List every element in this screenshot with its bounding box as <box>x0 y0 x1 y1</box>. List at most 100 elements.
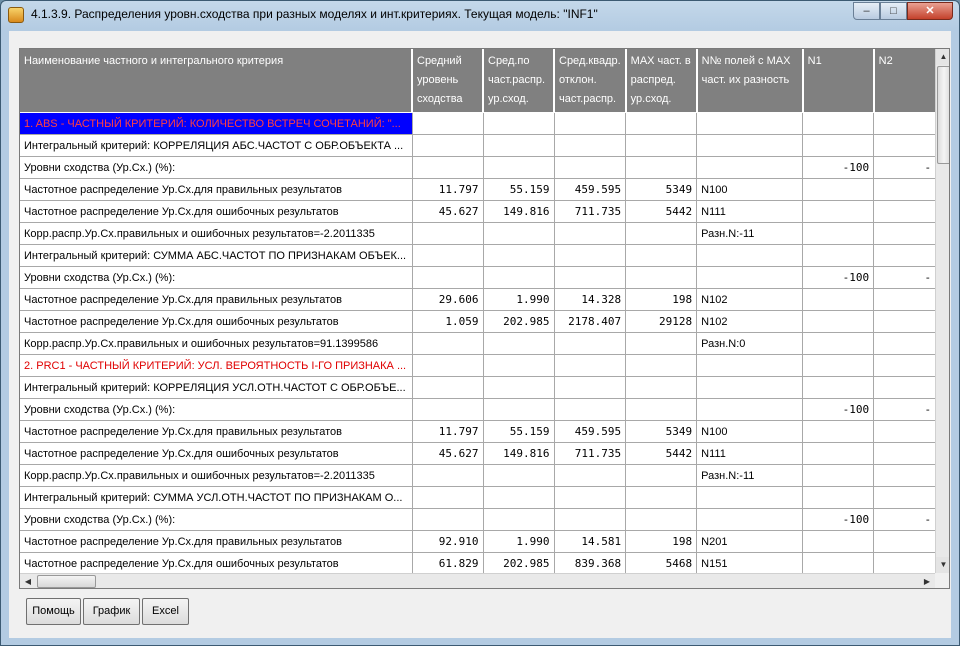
cell-n1[interactable] <box>802 288 875 311</box>
cell-std-deviation[interactable] <box>554 134 627 157</box>
cell-max-frequency[interactable] <box>625 134 698 157</box>
cell-field-numbers[interactable] <box>696 508 804 531</box>
maximize-button[interactable]: □ <box>880 2 907 20</box>
cell-field-numbers[interactable] <box>696 244 804 267</box>
table-row[interactable]: Корр.распр.Ур.Сх.правильных и ошибочных … <box>20 464 937 487</box>
cell-avg-similarity[interactable] <box>412 266 484 289</box>
cell-n1[interactable] <box>802 486 875 509</box>
cell-max-frequency[interactable]: 5442 <box>625 442 698 465</box>
cell-field-numbers[interactable] <box>696 266 804 289</box>
cell-avg-similarity[interactable] <box>412 398 484 421</box>
cell-avg-similarity[interactable] <box>412 376 484 399</box>
cell-max-frequency[interactable] <box>625 354 698 377</box>
table-row[interactable]: Интегральный критерий: КОРРЕЛЯЦИЯ АБС.ЧА… <box>20 134 937 157</box>
cell-n1[interactable] <box>802 420 875 443</box>
cell-field-numbers[interactable]: Разн.N:0 <box>696 332 804 355</box>
cell-n2[interactable] <box>873 486 937 509</box>
cell-avg-distribution[interactable]: 55.159 <box>483 420 555 443</box>
cell-max-frequency[interactable] <box>625 156 698 179</box>
cell-n1[interactable]: -100 <box>802 156 875 179</box>
scroll-right-arrow-icon[interactable]: ▶ <box>919 574 935 588</box>
cell-avg-distribution[interactable]: 1.990 <box>483 530 555 553</box>
cell-field-numbers[interactable]: N201 <box>696 530 804 553</box>
cell-n2[interactable] <box>873 288 937 311</box>
cell-n1[interactable] <box>802 134 875 157</box>
cell-n1[interactable] <box>802 178 875 201</box>
table-row[interactable]: Интегральный критерий: СУММА АБС.ЧАСТОТ … <box>20 244 937 267</box>
cell-field-numbers[interactable]: N102 <box>696 310 804 333</box>
table-row[interactable]: Частотное распределение Ур.Сх.для ошибоч… <box>20 442 937 465</box>
title-bar[interactable]: 4.1.3.9. Распределения уровн.сходства пр… <box>1 1 959 29</box>
cell-avg-distribution[interactable]: 149.816 <box>483 442 555 465</box>
cell-criterion[interactable]: Уровни сходства (Ур.Сх.) (%): <box>20 266 413 289</box>
cell-std-deviation[interactable] <box>554 464 627 487</box>
cell-n2[interactable] <box>873 244 937 267</box>
cell-n1[interactable] <box>802 332 875 355</box>
cell-n2[interactable]: - <box>873 508 937 531</box>
vertical-scroll-thumb[interactable] <box>937 66 949 164</box>
excel-button[interactable]: Excel <box>142 598 189 625</box>
cell-max-frequency[interactable]: 5349 <box>625 420 698 443</box>
cell-avg-similarity[interactable]: 1.059 <box>412 310 484 333</box>
cell-max-frequency[interactable]: 5442 <box>625 200 698 223</box>
cell-std-deviation[interactable] <box>554 266 627 289</box>
cell-criterion[interactable]: Частотное распределение Ур.Сх.для правил… <box>20 178 413 201</box>
table-row[interactable]: Частотное распределение Ур.Сх.для правил… <box>20 178 937 201</box>
cell-field-numbers[interactable] <box>696 112 804 135</box>
cell-criterion[interactable]: Частотное распределение Ур.Сх.для ошибоч… <box>20 310 413 333</box>
cell-n2[interactable] <box>873 200 937 223</box>
cell-std-deviation[interactable]: 459.595 <box>554 420 627 443</box>
cell-avg-similarity[interactable] <box>412 486 484 509</box>
cell-n1[interactable] <box>802 552 875 575</box>
cell-criterion[interactable]: Уровни сходства (Ур.Сх.) (%): <box>20 508 413 531</box>
cell-avg-distribution[interactable] <box>483 464 555 487</box>
cell-std-deviation[interactable]: 711.735 <box>554 200 627 223</box>
cell-avg-similarity[interactable] <box>412 332 484 355</box>
cell-avg-similarity[interactable] <box>412 134 484 157</box>
cell-field-numbers[interactable] <box>696 134 804 157</box>
table-row[interactable]: Корр.распр.Ур.Сх.правильных и ошибочных … <box>20 332 937 355</box>
col-header-criterion[interactable]: Наименование частного и интегрального кр… <box>20 49 413 113</box>
cell-std-deviation[interactable]: 839.368 <box>554 552 627 575</box>
cell-avg-similarity[interactable]: 11.797 <box>412 420 484 443</box>
cell-n1[interactable] <box>802 442 875 465</box>
table-row[interactable]: Уровни сходства (Ур.Сх.) (%): -100- <box>20 508 937 531</box>
cell-std-deviation[interactable]: 711.735 <box>554 442 627 465</box>
table-row[interactable]: Частотное распределение Ур.Сх.для ошибоч… <box>20 200 937 223</box>
cell-field-numbers[interactable]: N100 <box>696 178 804 201</box>
cell-n2[interactable] <box>873 310 937 333</box>
cell-std-deviation[interactable] <box>554 244 627 267</box>
cell-criterion[interactable]: Интегральный критерий: СУММА АБС.ЧАСТОТ … <box>20 244 413 267</box>
col-header-n1[interactable]: N1 <box>802 49 875 113</box>
cell-n1[interactable] <box>802 200 875 223</box>
cell-avg-distribution[interactable] <box>483 354 555 377</box>
cell-avg-similarity[interactable] <box>412 508 484 531</box>
cell-n1[interactable]: -100 <box>802 508 875 531</box>
table-row[interactable]: Уровни сходства (Ур.Сх.) (%): -100- <box>20 266 937 289</box>
cell-max-frequency[interactable] <box>625 486 698 509</box>
table-row[interactable]: Частотное распределение Ур.Сх.для правил… <box>20 530 937 553</box>
table-row[interactable]: Интегральный критерий: СУММА УСЛ.ОТН.ЧАС… <box>20 486 937 509</box>
help-button[interactable]: Помощь <box>26 598 81 625</box>
cell-criterion[interactable]: 2. PRC1 - ЧАСТНЫЙ КРИТЕРИЙ: УСЛ. ВЕРОЯТН… <box>20 354 413 377</box>
scroll-up-arrow-icon[interactable]: ▲ <box>936 49 949 65</box>
cell-criterion[interactable]: Корр.распр.Ур.Сх.правильных и ошибочных … <box>20 222 413 245</box>
cell-avg-distribution[interactable] <box>483 508 555 531</box>
cell-n1[interactable] <box>802 222 875 245</box>
cell-field-numbers[interactable]: Разн.N:-11 <box>696 464 804 487</box>
table-row[interactable]: Частотное распределение Ур.Сх.для ошибоч… <box>20 310 937 333</box>
table-row[interactable]: 2. PRC1 - ЧАСТНЫЙ КРИТЕРИЙ: УСЛ. ВЕРОЯТН… <box>20 354 937 377</box>
cell-max-frequency[interactable] <box>625 398 698 421</box>
cell-field-numbers[interactable] <box>696 354 804 377</box>
cell-avg-similarity[interactable]: 45.627 <box>412 200 484 223</box>
cell-criterion[interactable]: 1. ABS - ЧАСТНЫЙ КРИТЕРИЙ: КОЛИЧЕСТВО ВС… <box>20 112 413 135</box>
table-row[interactable]: Уровни сходства (Ур.Сх.) (%): -100- <box>20 156 937 179</box>
cell-n2[interactable] <box>873 420 937 443</box>
col-header-avg-similarity[interactable]: Средний уровень сходства <box>412 49 484 113</box>
cell-avg-distribution[interactable]: 202.985 <box>483 552 555 575</box>
cell-avg-similarity[interactable] <box>412 354 484 377</box>
minimize-button[interactable]: – <box>853 2 880 20</box>
cell-std-deviation[interactable] <box>554 156 627 179</box>
cell-n1[interactable] <box>802 354 875 377</box>
cell-avg-distribution[interactable] <box>483 398 555 421</box>
